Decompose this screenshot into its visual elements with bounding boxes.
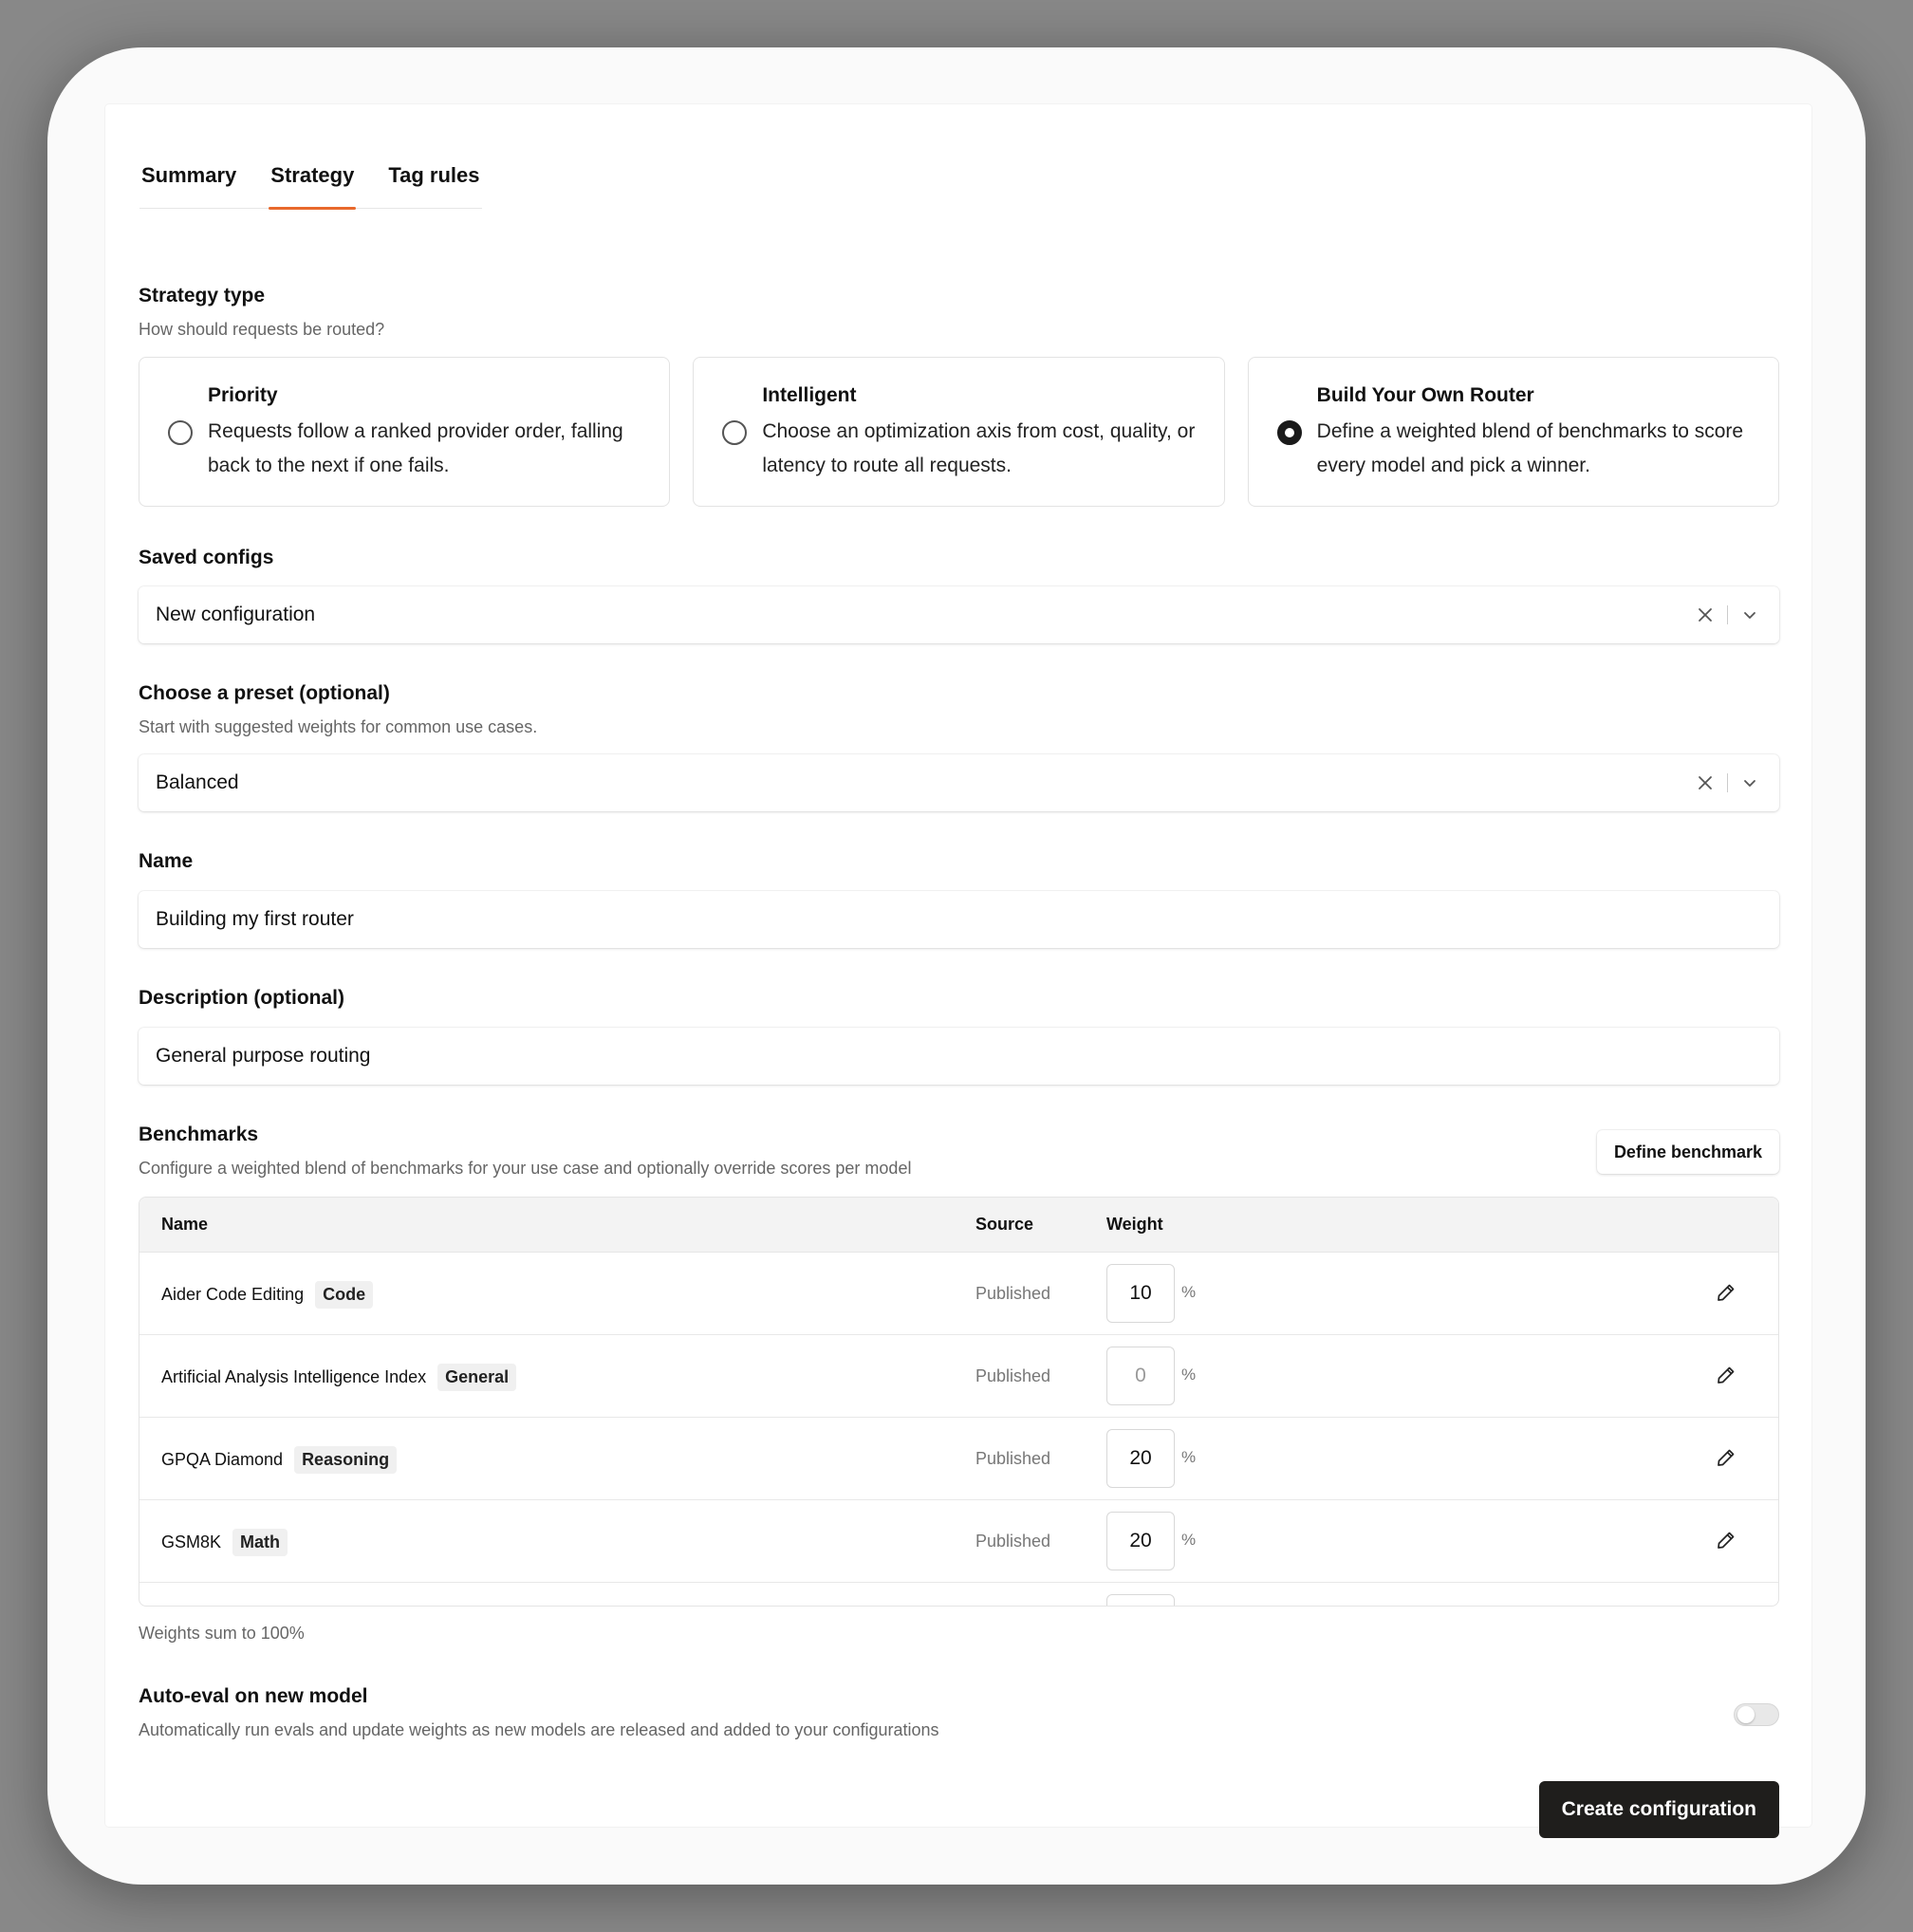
clear-icon[interactable] [1697,606,1714,623]
benchmark-name: GPQA Diamond [161,1450,284,1469]
column-header-name: Name [161,1215,209,1234]
percent-unit: % [1181,1283,1197,1301]
source-cell: Published [975,1284,1051,1303]
strategy-option-description: Define a weighted blend of benchmarks to… [1316,420,1744,476]
benchmarks-title: Benchmarks [139,1124,259,1145]
chevron-down-icon[interactable] [1741,606,1758,623]
preset-subtitle: Start with suggested weights for common … [139,717,538,736]
benchmarks-table: Name Source Weight Aider Code Editing Co… [139,1197,1779,1607]
strategy-option-title: Priority [208,384,278,406]
benchmark-name-cell: Artificial Analysis Intelligence Index G… [161,1364,517,1391]
tab-bar: Summary Strategy Tag rules [139,156,482,210]
edit-pencil-icon[interactable] [1715,1529,1737,1551]
strategy-option-description: Requests follow a ranked provider order,… [208,420,623,476]
description-input[interactable]: General purpose routing [139,1028,1779,1085]
auto-eval-toggle[interactable] [1734,1703,1779,1726]
name-input[interactable]: Building my first router [139,891,1779,948]
percent-unit: % [1181,1448,1197,1466]
benchmark-name: GSM8K [161,1533,222,1551]
config-panel: Summary Strategy Tag rules Strategy type… [105,104,1811,1838]
strategy-option-intelligent[interactable]: Intelligent Choose an optimization axis … [693,357,1225,507]
saved-configs-select[interactable]: New configuration [139,586,1779,643]
source-cell: Published [975,1449,1051,1468]
category-tag: Math [232,1529,288,1556]
tab-tag-rules[interactable]: Tag rules [386,156,481,209]
edit-pencil-icon[interactable] [1715,1281,1737,1304]
weight-input[interactable]: 10 [1106,1264,1175,1323]
tab-summary[interactable]: Summary [139,156,238,209]
strategy-type-title: Strategy type [139,285,266,307]
weight-input[interactable]: 20 [1106,1512,1175,1570]
benchmark-name-cell: GSM8K Math [161,1529,288,1556]
percent-unit: % [1181,1531,1197,1549]
table-header: Name Source Weight [139,1198,1778,1253]
column-header-weight: Weight [1106,1215,1163,1234]
table-row-partial [139,1583,1778,1606]
auto-eval-title: Auto-eval on new model [139,1685,368,1707]
preset-label: Choose a preset (optional) [139,682,390,704]
description-label: Description (optional) [139,987,344,1009]
auto-eval-subtitle: Automatically run evals and update weigh… [139,1720,939,1739]
strategy-option-title: Build Your Own Router [1316,384,1534,406]
weight-input[interactable]: 0 [1106,1347,1175,1405]
weights-footnote: Weights sum to 100% [139,1624,305,1643]
strategy-type-subtitle: How should requests be routed? [139,320,385,339]
category-tag: Code [315,1281,374,1309]
edit-pencil-icon[interactable] [1715,1364,1737,1386]
clear-icon[interactable] [1697,774,1714,791]
radio-build-your-own[interactable] [1276,420,1302,445]
category-tag: Reasoning [294,1446,398,1474]
weight-input[interactable] [1106,1594,1175,1606]
preset-select[interactable]: Balanced [139,754,1779,811]
table-row: GSM8K Math Published 20 % [139,1500,1778,1583]
define-benchmark-button[interactable]: Define benchmark [1596,1130,1779,1174]
benchmark-name: Artificial Analysis Intelligence Index [161,1367,427,1386]
saved-configs-value: New configuration [156,604,316,625]
edit-pencil-icon[interactable] [1715,1446,1737,1469]
strategy-options: Priority Requests follow a ranked provid… [139,357,1779,507]
source-cell: Published [975,1366,1051,1385]
category-tag: General [437,1364,517,1391]
strategy-option-priority[interactable]: Priority Requests follow a ranked provid… [139,357,671,507]
divider [1727,773,1728,792]
table-row: Aider Code Editing Code Published 10 % [139,1253,1778,1335]
saved-configs-label: Saved configs [139,547,274,568]
radio-intelligent[interactable] [722,420,748,445]
source-cell: Published [975,1532,1051,1551]
toggle-knob [1737,1706,1755,1723]
table-row: GPQA Diamond Reasoning Published 20 % [139,1418,1778,1500]
strategy-option-build-your-own[interactable]: Build Your Own Router Define a weighted … [1247,357,1779,507]
chevron-down-icon[interactable] [1741,774,1758,791]
device-frame: Summary Strategy Tag rules Strategy type… [47,47,1866,1885]
benchmark-name: Aider Code Editing [161,1285,305,1304]
radio-priority[interactable] [168,420,193,445]
create-configuration-button[interactable]: Create configuration [1538,1781,1779,1838]
weight-input[interactable]: 20 [1106,1429,1175,1488]
percent-unit: % [1181,1365,1197,1384]
benchmark-name-cell: GPQA Diamond Reasoning [161,1446,398,1474]
name-label: Name [139,850,194,872]
column-header-source: Source [975,1215,1034,1234]
divider [1727,605,1728,624]
tab-strategy[interactable]: Strategy [269,156,357,210]
strategy-option-title: Intelligent [762,384,857,406]
benchmarks-subtitle: Configure a weighted blend of benchmarks… [139,1159,912,1178]
table-row: Artificial Analysis Intelligence Index G… [139,1335,1778,1418]
benchmark-name-cell: Aider Code Editing Code [161,1281,374,1309]
preset-value: Balanced [156,771,239,793]
strategy-option-description: Choose an optimization axis from cost, q… [762,420,1196,476]
